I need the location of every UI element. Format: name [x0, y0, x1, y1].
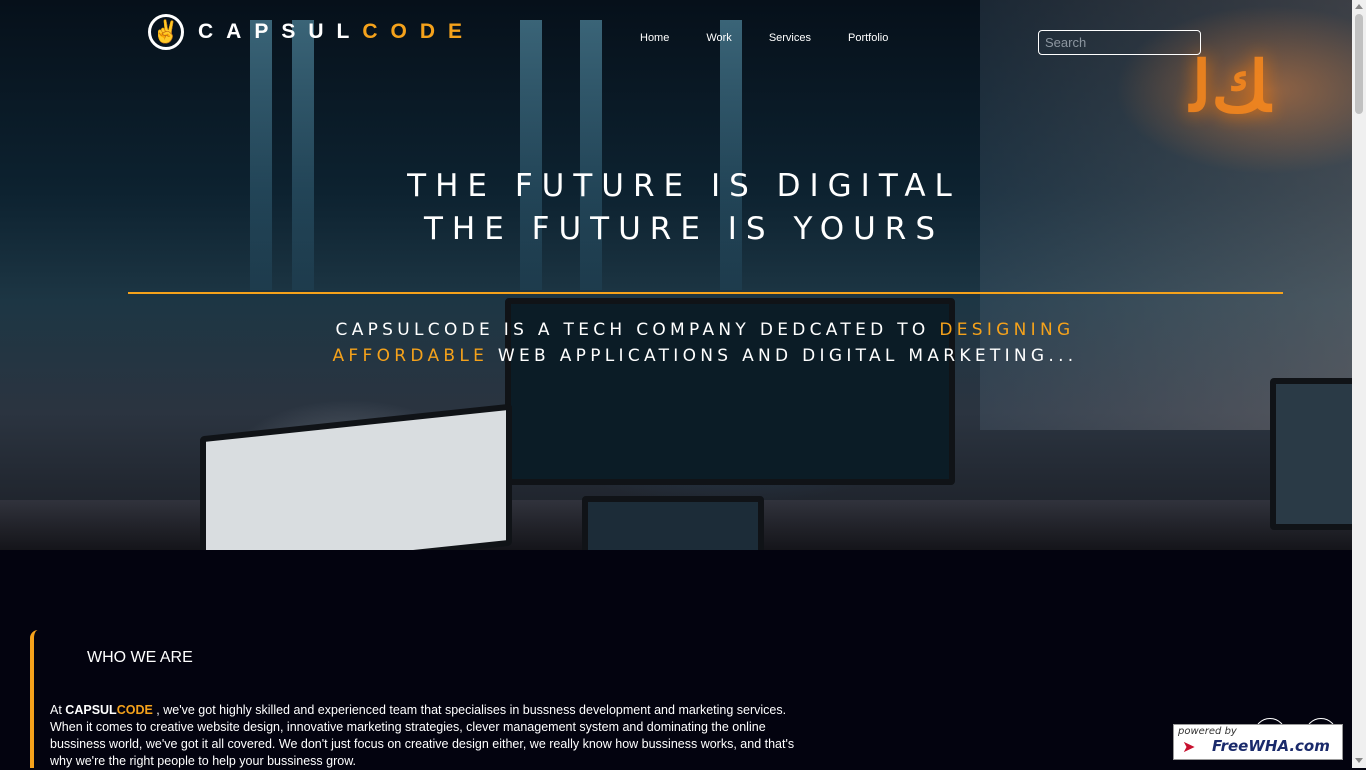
section-body: At CAPSULCODE , we've got highly skilled… — [50, 702, 800, 770]
nav-portfolio[interactable]: Portfolio — [848, 32, 888, 44]
nav-services[interactable]: Services — [769, 32, 811, 44]
scroll-down-icon[interactable] — [1355, 758, 1363, 763]
hero-divider — [128, 292, 1283, 294]
hero-background-monitor — [1270, 378, 1352, 530]
hero-background-window — [520, 20, 542, 290]
logo-text-part2: CODE — [362, 20, 476, 43]
badge-arrow-icon: ➤ — [1182, 737, 1196, 756]
scrollbar-thumb[interactable] — [1355, 14, 1363, 114]
body-prefix: At — [50, 703, 66, 717]
hero-background-window — [292, 20, 314, 290]
page-scrollbar[interactable] — [1352, 0, 1366, 768]
peace-hand-icon: ✌ — [148, 14, 184, 50]
hero-background-window — [250, 20, 272, 290]
tagline-text: CAPSULCODE IS A TECH COMPANY DEDCATED TO — [335, 320, 940, 340]
search-input[interactable] — [1038, 30, 1201, 55]
hero-banner: ﻚﻟ — [0, 0, 1352, 550]
logo-text-part1: CAPSUL — [198, 20, 363, 43]
hero-background-window — [580, 20, 602, 290]
tagline-text-end: WEB APPLICATIONS AND DIGITAL MARKETING..… — [488, 346, 1078, 366]
badge-small-text: powered by — [1178, 726, 1237, 737]
hero-background-monitor — [200, 403, 512, 550]
hero-headline-line1: THE FUTURE IS DIGITAL — [407, 168, 961, 204]
powered-by-badge[interactable]: powered by ➤ FreeWHA.com — [1173, 724, 1343, 760]
scroll-up-icon[interactable] — [1355, 4, 1363, 9]
site-logo[interactable]: ✌ CAPSULCODE — [148, 14, 475, 50]
main-nav: Home Work Services Portfolio — [640, 32, 925, 44]
hero-headline-line2: THE FUTURE IS YOURS — [423, 211, 945, 247]
body-brand-part2: CODE — [116, 703, 153, 717]
hero-background-laptop — [582, 496, 764, 550]
logo-text: CAPSULCODE — [198, 20, 475, 44]
body-brand-part1: CAPSUL — [65, 703, 117, 717]
section-title: WHO WE ARE — [87, 649, 193, 666]
nav-home[interactable]: Home — [640, 32, 669, 44]
hero-background-neon-sign: ﻚﻟ — [1190, 45, 1271, 128]
who-we-are-section: WHO WE ARE At CAPSULCODE , we've got hig… — [30, 630, 814, 768]
hero-tagline: CAPSULCODE IS A TECH COMPANY DEDCATED TO… — [300, 317, 1110, 369]
hero-background-window — [720, 20, 742, 290]
nav-work[interactable]: Work — [706, 32, 731, 44]
badge-brand-text: FreeWHA.com — [1212, 737, 1330, 755]
body-text: , we've got highly skilled and experienc… — [50, 703, 795, 768]
